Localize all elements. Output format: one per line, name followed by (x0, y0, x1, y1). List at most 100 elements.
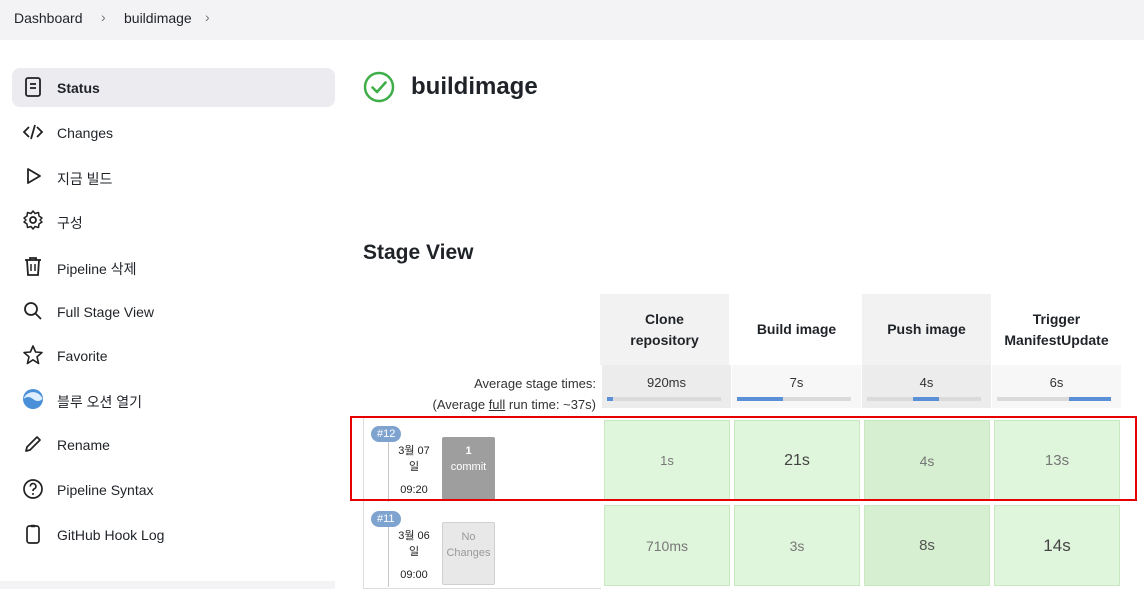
build-date: 3월 07 일 (394, 443, 434, 475)
stage-cell-clone-repository[interactable]: 1s (604, 420, 730, 501)
stage-cell-trigger-manifest-update[interactable]: 14s (994, 505, 1120, 586)
average-time-value: 6s (1049, 375, 1064, 390)
average-time-bar (607, 397, 721, 401)
average-cell-trigger-manifest-update: 6s (992, 365, 1121, 408)
average-full-run-time-label: (Average full run time: ~37s) (433, 397, 596, 412)
sidebar-item-label: 구성 (57, 215, 83, 231)
avg-full-suffix: run time: ~37s) (505, 397, 596, 412)
sidebar-item-delete-pipeline[interactable]: Pipeline 삭제 (12, 247, 335, 286)
average-time-bar-fill (913, 397, 939, 401)
commit-count: 1 (465, 445, 472, 457)
chevron-right-icon[interactable]: › (205, 9, 210, 25)
sidebar-item-configure[interactable]: 구성 (12, 201, 335, 240)
average-cell-build-image: 7s (732, 365, 861, 408)
average-stage-times-label: Average stage times: (474, 376, 596, 391)
search-icon (24, 302, 42, 320)
stage-cell-build-image[interactable]: 21s (734, 420, 860, 501)
sidebar-item-pipeline-syntax[interactable]: Pipeline Syntax (12, 470, 335, 509)
average-cell-push-image: 4s (862, 365, 991, 408)
build-summary[interactable]: #12 3월 07 일 09:20 1 commit (363, 418, 601, 504)
sidebar-item-label: Changes (57, 125, 114, 141)
sidebar-item-label: GitHub Hook Log (57, 527, 165, 543)
build-time: 09:20 (400, 484, 428, 496)
build-date-line: 3월 07 (398, 445, 430, 457)
commit-changes-box[interactable]: 1 commit (442, 437, 495, 500)
no-changes-line: No (461, 531, 476, 543)
average-time-bar (867, 397, 981, 401)
average-time-value: 7s (789, 375, 804, 390)
build-summary[interactable]: #11 3월 06 일 09:00 No Changes (363, 503, 601, 589)
stage-header-clone-repository: Clone repository (600, 294, 729, 365)
build-number-badge[interactable]: #12 (371, 426, 402, 442)
sidebar-item-full-stage-view[interactable]: Full Stage View (12, 292, 335, 331)
sidebar-item-favorite[interactable]: Favorite (12, 336, 335, 375)
timeline-line (388, 527, 389, 587)
help-circle-icon (23, 479, 43, 499)
build-row-11[interactable]: #11 3월 06 일 09:00 No Changes 710ms 3s 8s 1… (363, 503, 1144, 589)
average-time-value: 920ms (646, 375, 687, 390)
star-icon (23, 345, 43, 365)
sidebar-item-label: Full Stage View (57, 304, 155, 320)
stage-header-line: Trigger (1032, 310, 1081, 327)
build-date-line: 3월 06 (398, 530, 430, 542)
page-title: buildimage (411, 73, 538, 100)
average-cell-clone-repository: 920ms (602, 365, 731, 408)
no-changes-box: No Changes (442, 522, 495, 585)
stage-header-push-image: Push image (862, 294, 991, 365)
stage-cell-clone-repository[interactable]: 710ms (604, 505, 730, 586)
sidebar-item-blue-ocean[interactable]: 블루 오션 열기 (12, 380, 335, 419)
breadcrumb-dashboard[interactable]: Dashboard (14, 10, 83, 26)
sidebar: Status Changes 지금 빌드 구성 Pipeline 삭제 Full… (0, 40, 345, 589)
stage-header-line: Push image (887, 321, 966, 337)
stage-cell-build-image[interactable]: 3s (734, 505, 860, 586)
commit-label: commit (450, 461, 487, 473)
stage-header-line: ManifestUpdate (1004, 331, 1109, 348)
gear-icon (23, 210, 43, 230)
sidebar-item-rename[interactable]: Rename (12, 425, 335, 464)
stage-view-title: Stage View (363, 241, 474, 264)
build-number-badge[interactable]: #11 (371, 511, 401, 527)
sidebar-item-label: Status (57, 80, 100, 96)
blue-ocean-icon (23, 389, 43, 409)
sidebar-item-label: 지금 빌드 (57, 171, 113, 187)
code-icon (22, 124, 44, 140)
stage-cell-push-image[interactable]: 4s (864, 420, 990, 501)
breadcrumb-buildimage[interactable]: buildimage (124, 10, 192, 26)
build-date: 3월 06 일 (394, 528, 434, 560)
sidebar-item-changes[interactable]: Changes (12, 113, 335, 152)
sidebar-item-build-now[interactable]: 지금 빌드 (12, 157, 335, 196)
stage-cell-trigger-manifest-update[interactable]: 13s (994, 420, 1120, 501)
build-row-12[interactable]: #12 3월 07 일 09:20 1 commit 1s 21s 4s 13s (363, 418, 1144, 504)
average-time-value: 4s (919, 375, 934, 390)
stage-header-line: Build image (756, 321, 837, 337)
average-time-bar (997, 397, 1111, 401)
average-time-bar-fill (1069, 397, 1111, 401)
success-check-icon (363, 71, 395, 103)
build-date-line: 일 (408, 546, 420, 558)
status-document-icon (25, 77, 41, 97)
stage-cell-push-image[interactable]: 8s (864, 505, 990, 586)
sidebar-item-label: Pipeline 삭제 (57, 261, 137, 277)
stage-view: Clone repository Build image Push image … (363, 294, 1144, 589)
full-run-link[interactable]: full (489, 397, 506, 412)
pencil-icon (25, 436, 41, 452)
stage-header-build-image: Build image (732, 294, 861, 365)
sidebar-item-status[interactable]: Status (12, 68, 335, 107)
sidebar-item-label: Rename (57, 437, 110, 453)
stage-header-line: Clone (645, 310, 684, 327)
sidebar-footer (0, 581, 335, 589)
average-time-bar (737, 397, 851, 401)
average-time-bar-fill (607, 397, 613, 401)
build-date-line: 일 (408, 461, 420, 473)
breadcrumb: Dashboard › buildimage › (0, 0, 1144, 40)
average-time-bar-fill (737, 397, 783, 401)
sidebar-item-label: 블루 오션 열기 (57, 394, 143, 410)
stage-header-trigger-manifest-update: Trigger ManifestUpdate (992, 294, 1121, 365)
stage-header-line: repository (630, 331, 699, 348)
sidebar-item-label: Pipeline Syntax (57, 482, 154, 498)
chevron-right-icon: › (101, 9, 106, 25)
no-changes-line: Changes (446, 547, 491, 559)
sidebar-item-label: Favorite (57, 348, 108, 364)
avg-full-prefix: (Average (432, 397, 489, 412)
sidebar-item-github-hook-log[interactable]: GitHub Hook Log (12, 515, 335, 554)
